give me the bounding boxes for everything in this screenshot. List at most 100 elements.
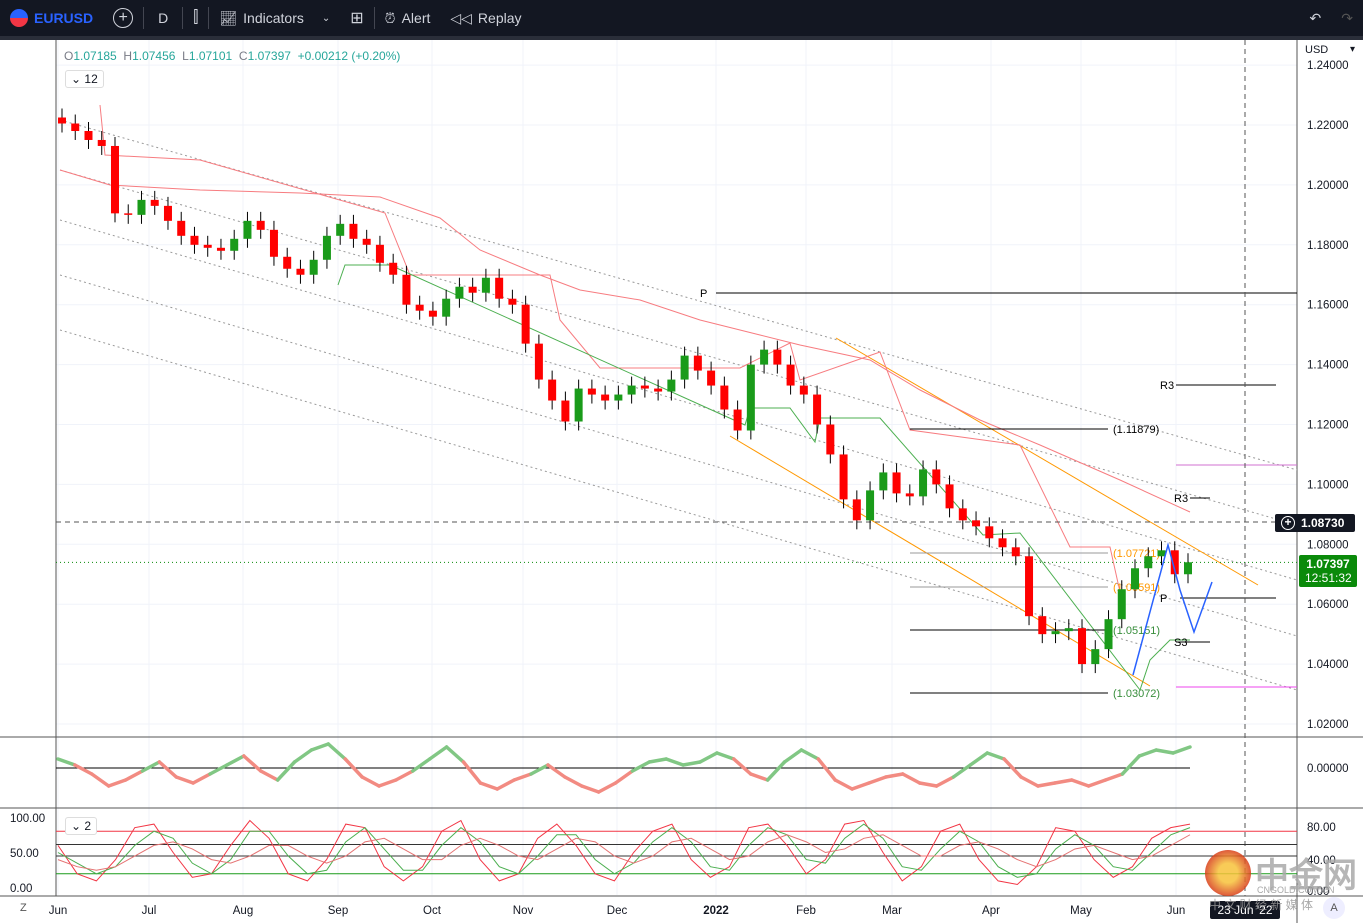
oscillator-segment <box>123 769 145 782</box>
add-alert-icon[interactable]: + <box>1281 516 1295 530</box>
indicators-collapse-button[interactable]: ⌄ 12 <box>65 70 104 88</box>
oscillator-segment <box>1120 754 1142 776</box>
oscillator-segment <box>495 778 516 791</box>
oscillator-segment <box>850 781 871 791</box>
candle-down <box>905 493 914 497</box>
candle-down <box>58 117 66 124</box>
oscillator-segment <box>1019 775 1040 788</box>
alert-button[interactable]: ⏰︎ Alert <box>375 0 441 36</box>
oscillator-segment <box>275 760 297 782</box>
candle-up <box>309 259 318 275</box>
oscillator-segment <box>1137 748 1158 758</box>
time-tick: Mar <box>882 905 902 917</box>
oscillator-segment <box>377 778 398 788</box>
timezone-button[interactable]: Z <box>20 902 27 914</box>
symbol-search[interactable]: EURUSD <box>0 0 103 36</box>
candle-up <box>1091 649 1100 665</box>
candle-down <box>375 244 384 263</box>
price-tick: 1.10000 <box>1307 479 1349 491</box>
time-tick: Oct <box>423 905 442 917</box>
stoch-d-line <box>57 823 1191 878</box>
oscillator-segment <box>613 769 635 785</box>
undo-icon: ↶ <box>1309 9 1322 26</box>
candle-down <box>892 472 901 494</box>
candle-up <box>1144 556 1153 569</box>
oscillator-segment <box>799 748 821 761</box>
candle-down <box>985 526 994 539</box>
compare-button[interactable]: + <box>103 0 143 36</box>
candle-up <box>442 298 451 317</box>
regression-channel-line <box>59 274 1298 637</box>
candle-down <box>654 388 663 392</box>
candle-down <box>601 394 610 401</box>
candle-up <box>1117 589 1126 620</box>
redo-icon: ↷ <box>1341 9 1353 26</box>
oscillator-segment <box>1053 778 1074 785</box>
redo-button[interactable]: ↷ <box>1331 0 1363 36</box>
price-tick: 1.12000 <box>1307 420 1349 432</box>
candle-down <box>428 310 437 317</box>
oscillator-collapse-button[interactable]: ⌄ 2 <box>65 817 98 835</box>
time-tick: Sep <box>328 905 348 917</box>
replay-button[interactable]: ◁◁ Replay <box>440 0 531 36</box>
oscillator-segment <box>191 772 212 785</box>
candle-down <box>521 304 530 344</box>
time-tick: Jun <box>49 905 68 917</box>
candle-down <box>256 220 265 230</box>
oscillator-segment <box>208 763 229 776</box>
oscillator-segment <box>732 757 753 776</box>
time-tick: Feb <box>796 905 816 917</box>
chart-type-button[interactable]: ⫿ <box>183 0 208 36</box>
oscillator-segment <box>394 769 415 782</box>
time-tick: Apr <box>982 905 1000 917</box>
candle-down <box>389 262 398 275</box>
time-tick: 2022 <box>703 905 729 917</box>
oscillator-segment <box>1086 778 1108 788</box>
candle-up <box>1184 562 1192 575</box>
indicators-button[interactable]: 📈︎ Indicators ⌄ <box>209 0 340 36</box>
candle-down <box>1038 616 1047 635</box>
time-tick: Jul <box>142 905 157 917</box>
candle-up <box>336 223 345 236</box>
price-tick: 1.20000 <box>1307 180 1349 192</box>
candle-up <box>746 364 755 431</box>
oscillator-segment <box>174 775 195 785</box>
candle-down <box>826 424 835 455</box>
interval-button[interactable]: D <box>144 0 182 36</box>
candle-down <box>932 469 941 485</box>
oscillator-segment <box>782 748 804 764</box>
chevron-down-icon: ⌄ <box>321 12 331 24</box>
candle-down <box>561 400 570 422</box>
candle-down <box>972 520 981 527</box>
candle-up <box>667 379 676 392</box>
plus-circle-icon: + <box>113 8 134 28</box>
candle-down <box>693 355 702 371</box>
candle-down <box>71 123 80 131</box>
stoch-tick: 80.00 <box>1307 822 1336 834</box>
oscillator-segment <box>596 781 618 794</box>
downtrend-channel-upper <box>835 337 1259 586</box>
candle-up <box>919 469 928 497</box>
level-label: S3 <box>1174 637 1187 649</box>
last-price-badge: 1.07397 12:51:32 <box>1299 555 1357 587</box>
currency-label[interactable]: USD <box>1305 44 1328 56</box>
oscillator-segment <box>157 760 179 779</box>
price-chart[interactable]: 1.24000 1.22000 1.20000 1.18000 1.16000 1.140… <box>0 40 1363 923</box>
time-tick: May <box>1070 905 1092 917</box>
undo-button[interactable]: ↶ <box>1300 0 1332 36</box>
candle-down <box>998 538 1007 548</box>
candle-up <box>574 388 583 422</box>
candle-down <box>415 304 424 311</box>
auto-scale-button[interactable]: A <box>1323 897 1345 919</box>
oscillator-segment <box>546 763 567 779</box>
oscillator-segment <box>242 754 263 773</box>
candle-up <box>1157 550 1166 557</box>
oscillator-segment <box>765 760 787 782</box>
oscillator-segment <box>816 757 837 782</box>
layouts-button[interactable]: ⊞ <box>340 0 373 36</box>
oscillator-segment <box>630 760 652 773</box>
price-tick: 1.08000 <box>1307 539 1349 551</box>
axis-menu-icon[interactable]: ▾ <box>1350 44 1355 55</box>
candle-down <box>720 385 729 410</box>
oscillator-segment <box>681 760 702 767</box>
